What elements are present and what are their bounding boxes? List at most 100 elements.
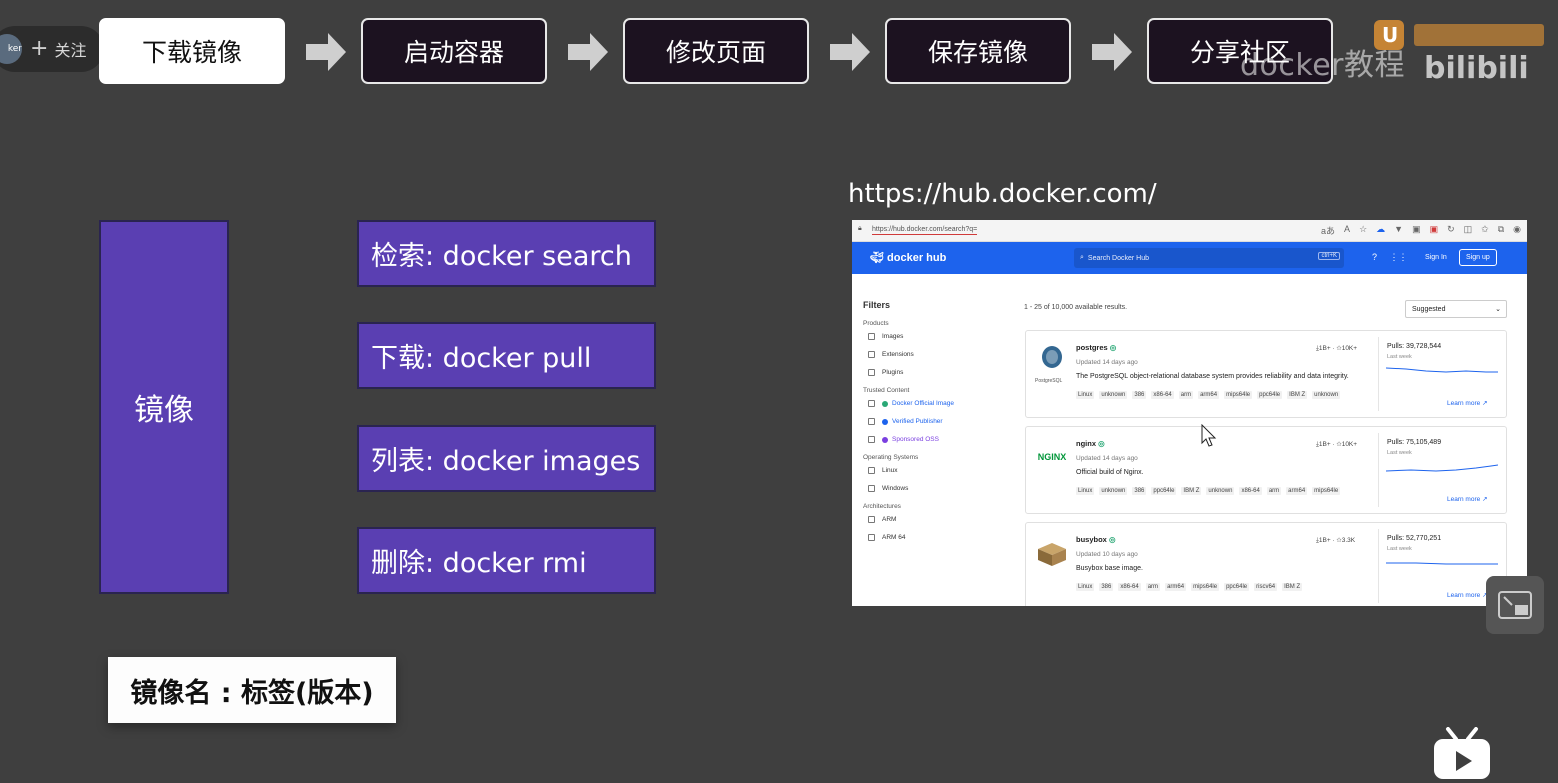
filter-arm64[interactable]: ARM 64 [868, 534, 1013, 541]
sign-in-link[interactable]: Sign In [1425, 254, 1447, 261]
checkbox[interactable] [868, 485, 875, 492]
logo-caption: PostgreSQL [1035, 378, 1063, 384]
split-icon[interactable]: ◫ [1464, 224, 1473, 237]
picture-in-picture-button[interactable] [1486, 576, 1544, 634]
repo-name-text: postgres [1076, 343, 1108, 352]
repo-name[interactable]: nginx ◎ [1076, 439, 1105, 448]
filter-label: Images [882, 333, 904, 340]
search-icon: ⌕ [1080, 254, 1084, 261]
filter-arm[interactable]: ARM [868, 516, 1013, 523]
filter-images[interactable]: Images [868, 333, 1013, 340]
checkbox[interactable] [868, 400, 875, 407]
filter-label: Verified Publisher [892, 418, 943, 425]
learn-more-link[interactable]: Learn more ↗ [1447, 495, 1488, 503]
checkbox[interactable] [868, 436, 875, 443]
refresh-icon[interactable]: ↻ [1447, 224, 1455, 237]
divider [1378, 529, 1379, 603]
repo-stats: ⤓1B+ · ☆10K+ [1316, 441, 1358, 448]
checkbox[interactable] [868, 351, 875, 358]
tag: arm [1266, 487, 1282, 495]
address-url: https://hub.docker.com/search?q= [872, 226, 978, 235]
step-start-container: 启动容器 [361, 18, 547, 84]
docker-hub-logo[interactable]: 🐳︎ docker hub [870, 251, 946, 264]
tag: IBM Z [1282, 583, 1303, 591]
apps-grid-icon[interactable]: ⋮⋮ [1390, 252, 1408, 262]
divider [1378, 337, 1379, 411]
filter-verified-publisher[interactable]: Verified Publisher [868, 418, 1013, 425]
bilibili-tv-icon [1432, 727, 1492, 783]
official-badge-icon: ◎ [1108, 535, 1116, 544]
favorites-icon[interactable]: ✩ [1481, 224, 1489, 237]
extension-icon-3[interactable]: ▣ [1430, 224, 1439, 237]
checkbox[interactable] [868, 418, 875, 425]
filter-label: Linux [882, 467, 898, 474]
read-aloud-icon[interactable]: aあ [1321, 224, 1335, 237]
uploader-avatar[interactable]: ker [0, 34, 22, 64]
tag: IBM Z [1287, 391, 1308, 399]
command-search: 检索: docker search [357, 220, 656, 287]
hub-url: https://hub.docker.com/ [848, 179, 1157, 209]
filter-section-arch: Architectures [863, 503, 901, 510]
sort-dropdown[interactable]: Suggested ⌄ [1405, 300, 1507, 318]
step-save-image: 保存镜像 [885, 18, 1071, 84]
command-text: 下载: docker pull [371, 343, 592, 374]
docker-hub-screenshot: 🔒︎ https://hub.docker.com/search?q= aあ A… [852, 220, 1527, 606]
result-card-postgres[interactable]: PostgreSQL postgres ◎ Updated 14 days ag… [1025, 330, 1507, 418]
command-text: 检索: docker search [371, 241, 632, 272]
help-icon[interactable]: ? [1372, 252, 1377, 262]
repo-name[interactable]: postgres ◎ [1076, 343, 1116, 352]
docker-hub-header: 🐳︎ docker hub ⌕ Search Docker Hub ctrl+K… [852, 242, 1527, 274]
tag: 386 [1132, 391, 1147, 399]
search-input[interactable]: ⌕ Search Docker Hub ctrl+K [1074, 248, 1344, 268]
filter-extensions[interactable]: Extensions [868, 351, 1013, 358]
logo-text: docker hub [887, 252, 947, 264]
collections-icon[interactable]: ⧉ [1498, 224, 1504, 237]
chevron-down-icon: ⌄ [1495, 306, 1501, 313]
checkbox[interactable] [868, 467, 875, 474]
step-download-image: 下载镜像 [99, 18, 285, 84]
updated-text: Updated 14 days ago [1076, 455, 1138, 462]
external-link-icon: ↗ [1482, 400, 1488, 407]
extension-icon-2[interactable]: ▣ [1412, 224, 1421, 237]
profile-icon[interactable]: ◉ [1513, 224, 1521, 237]
checkbox[interactable] [868, 534, 875, 541]
learn-more-text: Learn more [1447, 400, 1481, 407]
learn-more-link[interactable]: Learn more ↗ [1447, 399, 1488, 407]
filter-plugins[interactable]: Plugins [868, 369, 1013, 376]
tag: Linux [1076, 583, 1095, 591]
bilibili-logo-icon: U bilibili [1372, 18, 1554, 86]
follow-button[interactable]: ker + 关注 [0, 26, 104, 72]
repo-name[interactable]: busybox ◎ [1076, 535, 1115, 544]
result-card-busybox[interactable]: busybox ◎ Updated 10 days ago Busybox ba… [1025, 522, 1507, 606]
result-card-nginx[interactable]: NGINX nginx ◎ Updated 14 days ago Offici… [1025, 426, 1507, 514]
learn-more-text: Learn more [1447, 496, 1481, 503]
checkbox[interactable] [868, 333, 875, 340]
extension-icon[interactable]: ▼ [1394, 224, 1403, 237]
checkbox[interactable] [868, 369, 875, 376]
checkbox[interactable] [868, 516, 875, 523]
tag: arm [1145, 583, 1161, 591]
star-icon[interactable]: ☆ [1359, 224, 1367, 237]
cloud-icon[interactable]: ☁ [1376, 224, 1385, 237]
command-text: 删除: docker rmi [371, 548, 587, 579]
tag: riscv64 [1254, 583, 1278, 591]
command-pull: 下载: docker pull [357, 322, 656, 389]
header-icons: ? ⋮⋮ [1372, 252, 1408, 263]
tag: unknown [1099, 487, 1128, 495]
text-icon[interactable]: A [1344, 224, 1350, 237]
sign-up-button[interactable]: Sign up [1459, 249, 1497, 266]
results-count: 1 - 25 of 10,000 available results. [1024, 304, 1128, 311]
svg-text:bilibili: bilibili [1424, 51, 1529, 82]
filter-windows[interactable]: Windows [868, 485, 1013, 492]
address-bar[interactable]: 🔒︎ https://hub.docker.com/search?q= aあ A… [852, 220, 1527, 242]
filter-official-image[interactable]: Docker Official Image [868, 400, 1013, 407]
search-placeholder: Search Docker Hub [1087, 254, 1150, 262]
learn-more-link[interactable]: Learn more ↗ [1447, 591, 1488, 599]
tag: mips64le [1224, 391, 1253, 399]
pulls-count: Pulls: 39,728,544 [1387, 343, 1442, 350]
tag: IBM Z [1181, 487, 1202, 495]
filter-sponsored-oss[interactable]: Sponsored OSS [868, 436, 1013, 443]
filter-linux[interactable]: Linux [868, 467, 1013, 474]
nginx-logo-icon: NGINX [1034, 439, 1070, 475]
step-label: 修改页面 [665, 38, 766, 67]
